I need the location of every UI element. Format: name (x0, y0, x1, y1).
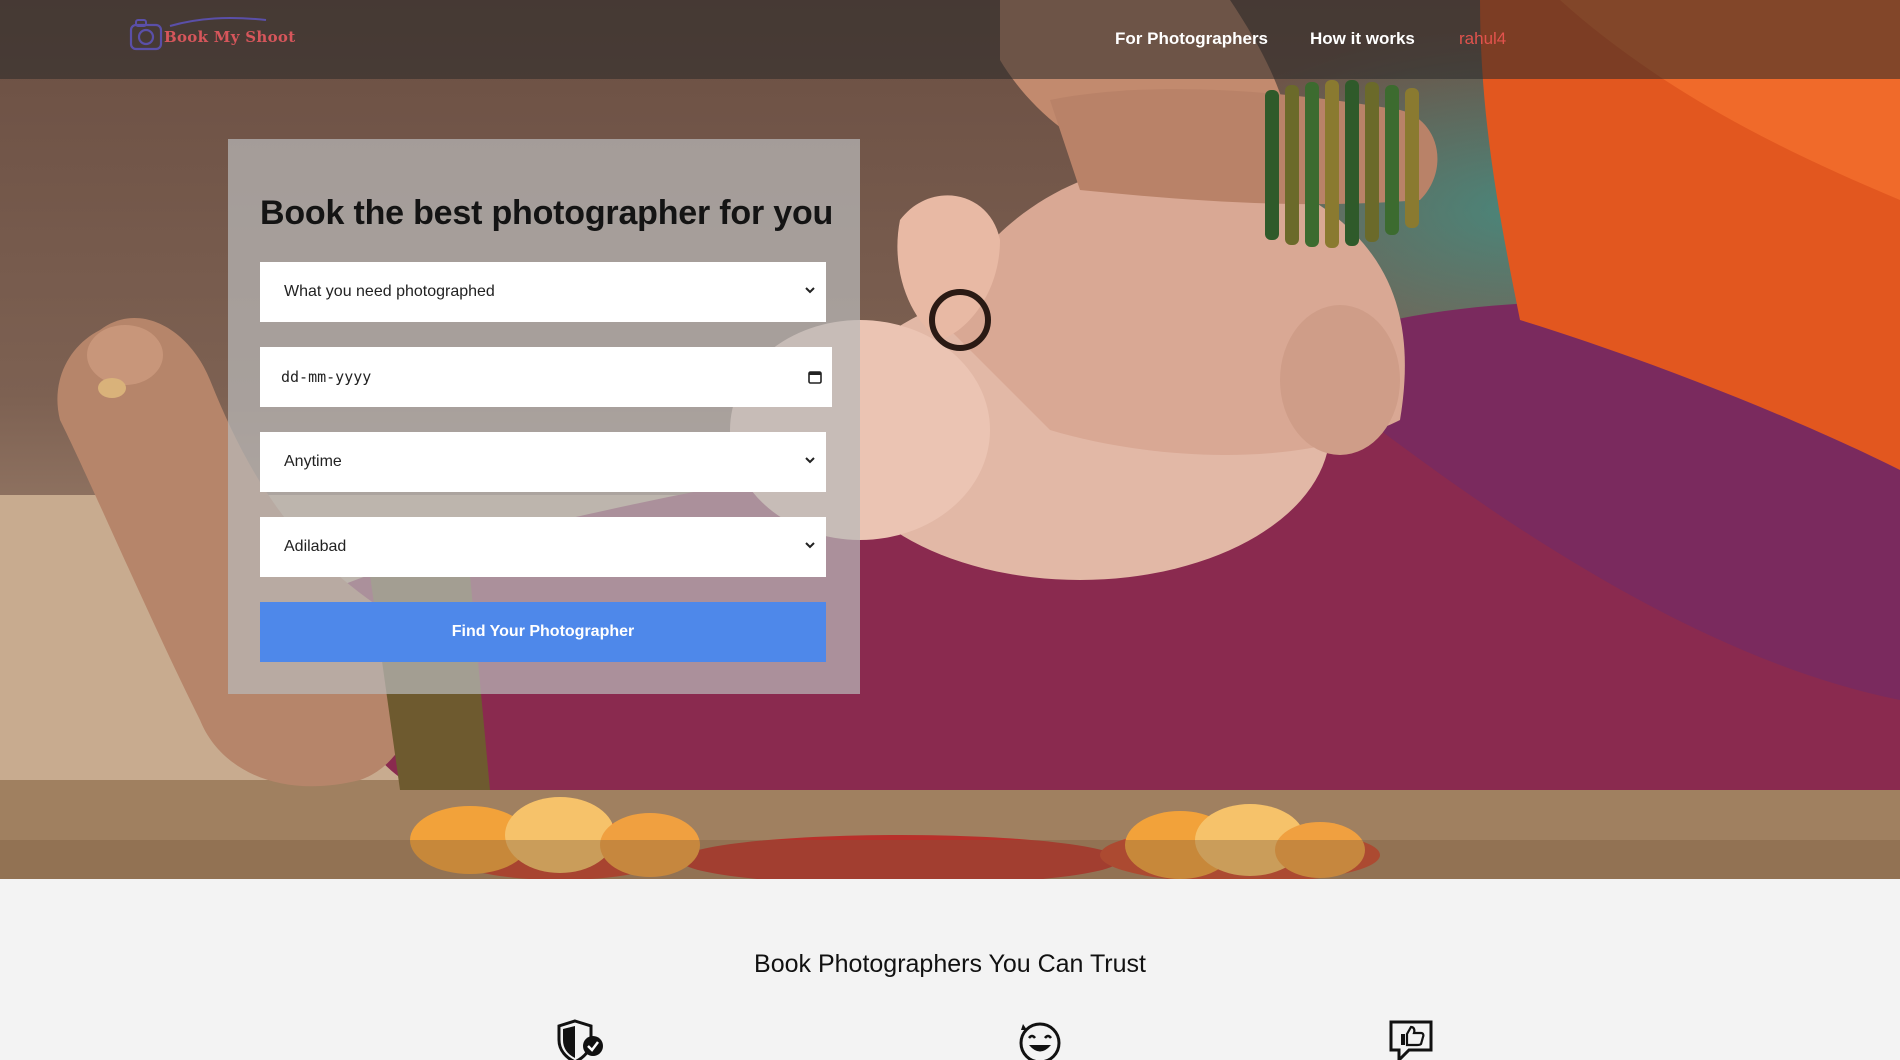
service-select-value: What you need photographed (284, 283, 495, 300)
nav-how-it-works[interactable]: How it works (1310, 29, 1415, 49)
camera-icon (129, 19, 163, 51)
time-select-value: Anytime (284, 453, 342, 470)
city-select[interactable]: Adilabad (260, 517, 826, 577)
chevron-down-icon (805, 542, 815, 549)
date-input-placeholder: dd-mm-yyyy (281, 368, 372, 386)
service-select[interactable]: What you need photographed (260, 262, 826, 322)
calendar-icon[interactable] (808, 370, 822, 384)
nav-user-account[interactable]: rahul4 (1459, 29, 1506, 49)
top-nav-bar: Book My Shoot For Photographers How it w… (0, 0, 1900, 79)
chevron-down-icon (805, 457, 815, 464)
hero-section: Book My Shoot For Photographers How it w… (0, 0, 1900, 879)
booking-form-card: Book the best photographer for you What … (228, 139, 860, 694)
thumbs-up-chat-icon (1389, 1020, 1433, 1060)
date-input[interactable]: dd-mm-yyyy (260, 347, 832, 407)
happy-face-icon (1019, 1022, 1061, 1060)
city-select-value: Adilabad (284, 538, 347, 555)
brand-logo[interactable]: Book My Shoot (128, 14, 295, 60)
time-select[interactable]: Anytime (260, 432, 826, 492)
brand-name: Book My Shoot (164, 28, 296, 46)
chevron-down-icon (805, 287, 815, 294)
logo-swoosh-icon (169, 17, 267, 27)
nav-for-photographers[interactable]: For Photographers (1115, 29, 1268, 49)
shield-check-icon (557, 1019, 603, 1060)
trust-section-title: Book Photographers You Can Trust (754, 950, 1146, 978)
find-photographer-button[interactable]: Find Your Photographer (260, 602, 826, 662)
hero-headline: Book the best photographer for you (260, 194, 834, 232)
